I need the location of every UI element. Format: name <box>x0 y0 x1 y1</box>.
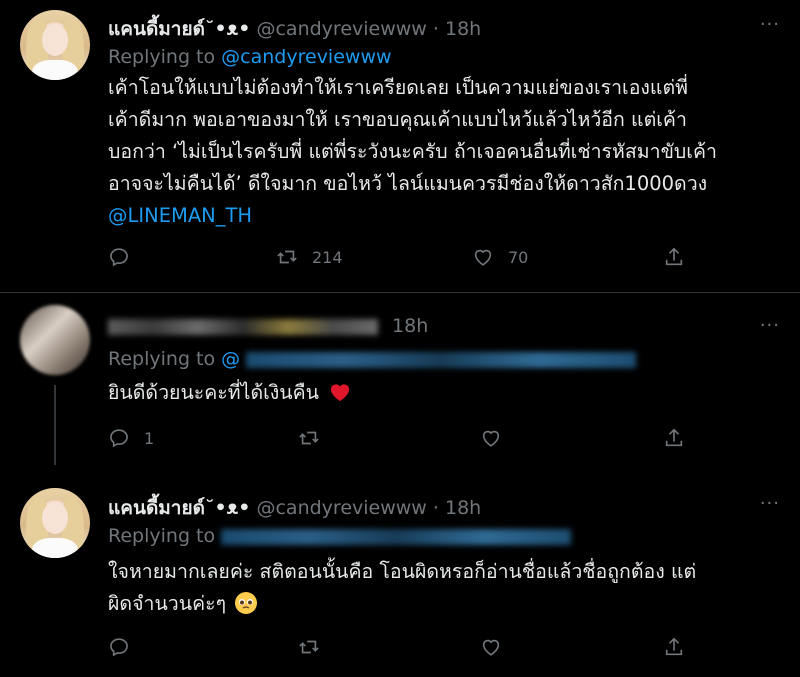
share-button[interactable] <box>663 636 685 658</box>
replying-to-link[interactable]: @ <box>221 348 240 370</box>
share-button[interactable] <box>663 246 685 268</box>
more-options-icon[interactable]: ··· <box>760 14 780 35</box>
mention-link[interactable]: @LINEMAN_TH <box>108 200 788 232</box>
tweet-text: ใจหายมากเลยค่ะ สติตอนนั้นคือ โอนผิดหรอก็… <box>108 556 788 620</box>
replying-to: Replying to @candyreviewww <box>108 46 392 68</box>
reply-icon <box>110 248 128 267</box>
retweet-icon <box>277 250 297 264</box>
avatar[interactable] <box>20 305 90 375</box>
timestamp[interactable]: 18h <box>445 18 481 40</box>
like-button[interactable] <box>480 427 502 449</box>
tweet-1[interactable]: แคนดี้มายด์˘•ᴥ• @candyreviewww · 18h ···… <box>0 0 800 292</box>
retweet-button[interactable]: 214 <box>276 246 343 268</box>
retweet-button[interactable] <box>298 636 320 658</box>
red-heart-emoji-icon <box>331 384 350 402</box>
tweet-3[interactable]: แคนดี้มายด์˘•ᴥ• @candyreviewww · 18h ···… <box>0 476 800 677</box>
heart-icon <box>482 430 500 447</box>
handle[interactable]: @candyreviewww <box>256 18 426 40</box>
avatar[interactable] <box>20 10 90 80</box>
tweet-text: เค้าโอนให้แบบไม่ต้องทำให้เราเครียดเลย เป… <box>108 72 788 232</box>
reply-icon <box>110 429 128 448</box>
more-options-icon[interactable]: ··· <box>760 315 780 336</box>
retweet-icon <box>299 431 319 445</box>
retweet-icon <box>299 640 319 654</box>
reply-button[interactable]: 1 <box>108 427 154 449</box>
tweet-header: แคนดี้มายด์˘•ᴥ• @candyreviewww · 18h <box>108 493 481 523</box>
redacted-name <box>108 318 378 335</box>
more-options-icon[interactable]: ··· <box>760 493 780 514</box>
reply-icon <box>110 638 128 657</box>
like-count: 70 <box>508 247 529 267</box>
heart-icon <box>482 639 500 656</box>
share-icon <box>665 247 683 266</box>
reply-count: 1 <box>144 428 155 448</box>
reply-button[interactable] <box>108 636 130 658</box>
share-icon <box>665 637 683 656</box>
tweet-header: แคนดี้มายด์˘•ᴥ• @candyreviewww · 18h <box>108 14 481 44</box>
separator-dot: · <box>432 18 439 40</box>
redacted-handle <box>246 351 637 368</box>
tweet-text-line-with-emoji: ผิดจำนวนค่ะๆ <box>108 588 788 620</box>
heart-icon <box>474 249 492 266</box>
share-icon <box>665 428 683 447</box>
separator-dot: · <box>432 497 439 519</box>
replying-to-label: Replying to <box>108 46 216 68</box>
tweet-text-line: ใจหายมากเลยค่ะ สติตอนนั้นคือ โอนผิดหรอก็… <box>108 560 697 583</box>
replying-to-label: Replying to <box>108 525 216 547</box>
redacted-handle <box>221 528 572 545</box>
reply-button[interactable] <box>108 246 130 268</box>
display-name[interactable]: แคนดี้มายด์˘•ᴥ• <box>108 18 250 40</box>
retweet-count: 214 <box>312 247 343 267</box>
pleading-face-emoji-icon <box>235 592 258 614</box>
tweet-text-line: บอกว่า ‘ไม่เป็นไรครับพี่ แต่พี่ระวังนะคร… <box>108 140 717 163</box>
tweet-text-line: เค้าโอนให้แบบไม่ต้องทำให้เราเครียดเลย เป… <box>108 76 689 99</box>
tweet-text: ยินดีด้วยนะคะที่ได้เงินคืน <box>108 377 788 409</box>
tweet-text-line: เค้าดีมาก พอเอาของมาให้ เราขอบคุณเค้าแบบ… <box>108 108 687 131</box>
replying-to-link[interactable]: @candyreviewww <box>221 46 391 68</box>
tweet-text-line: ยินดีด้วยนะคะที่ได้เงินคืน <box>108 381 319 404</box>
tweet-2[interactable]: 18h ··· Replying to @ ยินดีด้วยนะคะที่ได… <box>0 293 800 465</box>
avatar[interactable] <box>20 488 90 558</box>
thread-line <box>54 385 56 465</box>
timestamp[interactable]: 18h <box>445 497 481 519</box>
replying-to: Replying to @ <box>108 348 637 370</box>
handle[interactable]: @candyreviewww <box>256 497 426 519</box>
timestamp[interactable]: 18h <box>392 315 428 337</box>
tweet-header: 18h <box>108 315 428 337</box>
share-button[interactable] <box>663 427 685 449</box>
like-button[interactable]: 70 <box>472 246 528 268</box>
replying-to-label: Replying to <box>108 348 216 370</box>
like-button[interactable] <box>480 636 502 658</box>
retweet-button[interactable] <box>298 427 320 449</box>
tweet-text-line: ผิดจำนวนค่ะๆ <box>108 592 227 615</box>
replying-to: Replying to <box>108 525 572 547</box>
tweet-text-line: อาจจะไม่คืนได้’ ดีใจมาก ขอไหว้ ไลน์แมนคว… <box>108 172 708 195</box>
display-name[interactable]: แคนดี้มายด์˘•ᴥ• <box>108 497 250 519</box>
